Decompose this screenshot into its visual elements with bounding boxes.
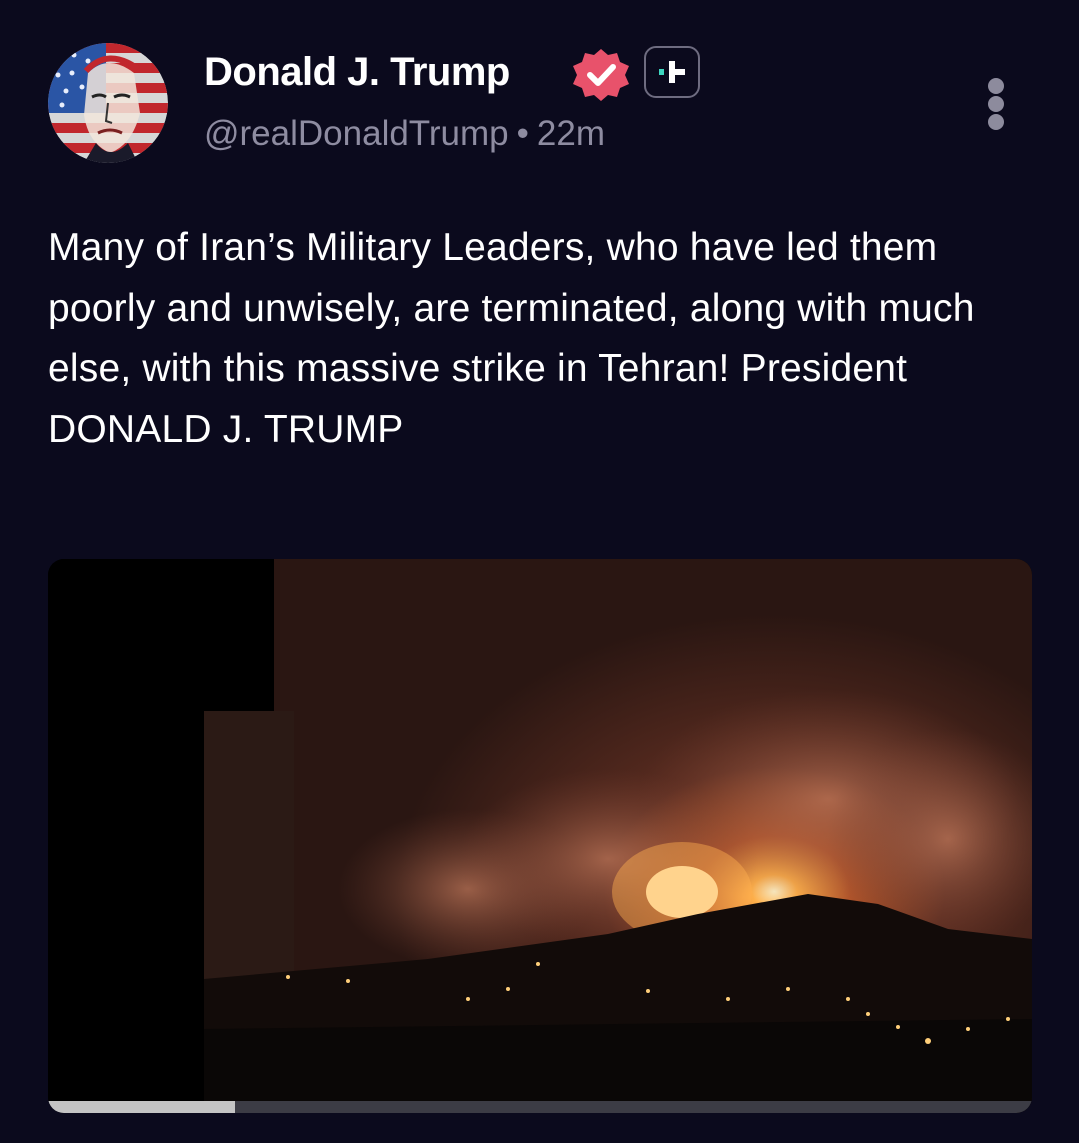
post-meta: @realDonaldTrump • 22m	[204, 114, 605, 154]
more-options-button[interactable]	[984, 78, 1008, 130]
meta-separator: •	[516, 114, 529, 153]
video-progress-fill	[48, 1101, 235, 1113]
flag-portrait-avatar	[48, 43, 168, 163]
follow-button[interactable]	[644, 46, 700, 98]
explosion-video-frame	[48, 559, 1032, 1113]
author-display-name[interactable]: Donald J. Trump	[204, 50, 510, 95]
verified-badge-icon	[570, 46, 632, 104]
more-vertical-icon	[984, 78, 1008, 130]
avatar[interactable]	[48, 43, 168, 163]
post-timestamp[interactable]: 22m	[537, 114, 605, 153]
follow-plus-icon	[659, 61, 685, 83]
author-handle[interactable]: @realDonaldTrump	[204, 114, 509, 153]
video-player[interactable]	[48, 559, 1032, 1113]
post-text: Many of Iran’s Military Leaders, who hav…	[48, 226, 975, 451]
video-progress-bar[interactable]	[48, 1101, 1032, 1113]
